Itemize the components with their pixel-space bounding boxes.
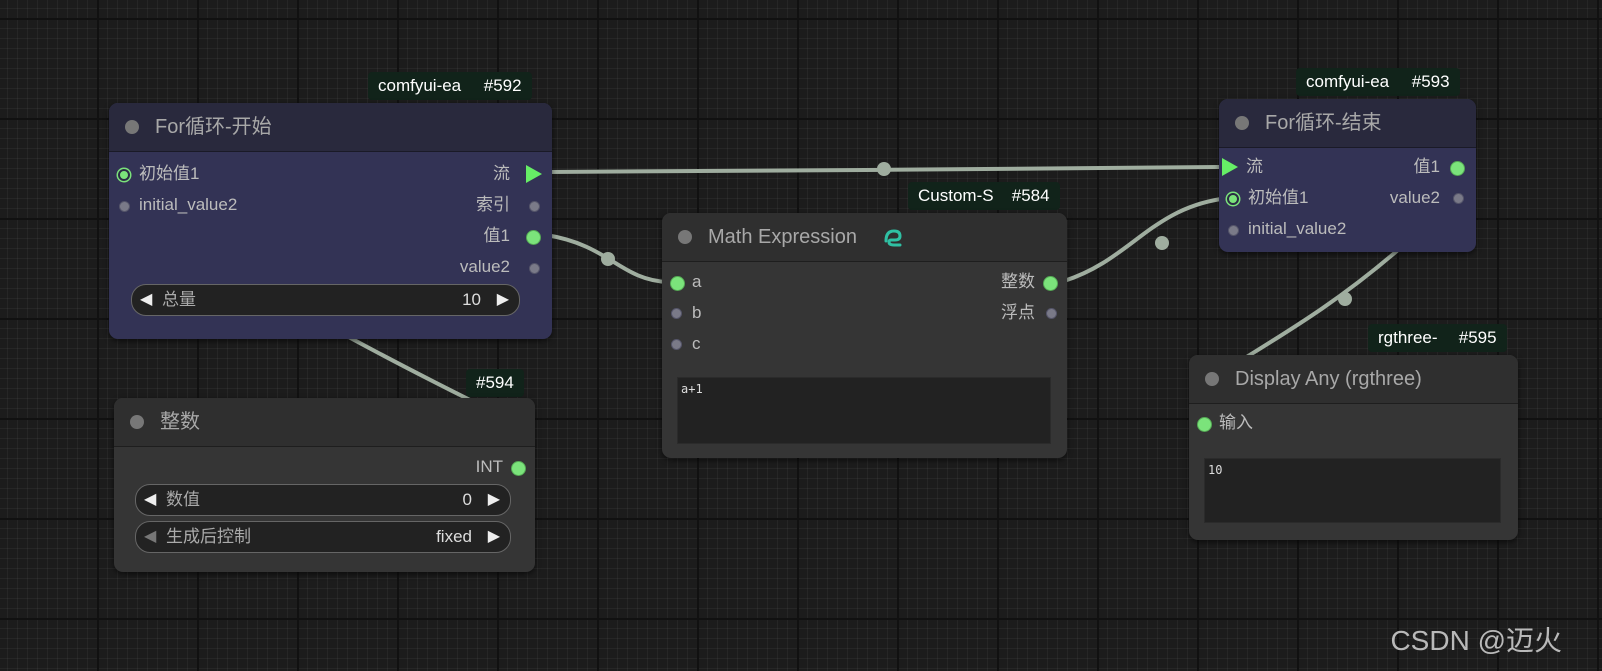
input-label: initial_value2: [1248, 219, 1347, 238]
collapse-dot-icon[interactable]: [125, 120, 139, 134]
widget-value: fixed: [436, 527, 472, 546]
input-pin-input[interactable]: [1198, 418, 1211, 431]
input-label: a: [692, 272, 702, 291]
node-badge-584: Custom-S #584: [908, 182, 1060, 210]
output-label: 浮点: [1001, 303, 1035, 322]
link-value1-to-a[interactable]: [544, 233, 670, 284]
input-pin-initial-value1[interactable]: [1227, 193, 1239, 205]
node-title[interactable]: Math Expression: [662, 213, 1067, 262]
snake-icon: [884, 229, 902, 247]
output-pin-int[interactable]: [512, 462, 525, 475]
node-title-text: For循环-开始: [155, 116, 272, 138]
input-label: 初始值1: [1248, 188, 1309, 207]
input-pin-c[interactable]: [671, 339, 682, 350]
widget-value: 10: [462, 290, 481, 309]
output-pin-int[interactable]: [1044, 277, 1057, 290]
badge-source: Custom-S: [918, 186, 994, 205]
display-any-node[interactable]: Display Any (rgthree) 输入 10: [1189, 355, 1518, 540]
increment-arrow-icon[interactable]: ▶: [488, 485, 500, 515]
input-label: b: [692, 303, 702, 322]
collapse-dot-icon[interactable]: [1205, 372, 1219, 386]
link-midpoint[interactable]: [1155, 236, 1169, 250]
node-badge-593: comfyui-ea #593: [1296, 68, 1460, 96]
collapse-dot-icon[interactable]: [1235, 116, 1249, 130]
badge-source: comfyui-ea: [1306, 72, 1390, 91]
collapse-dot-icon[interactable]: [130, 415, 144, 429]
flow-output-triangle-icon[interactable]: [526, 165, 542, 183]
node-title[interactable]: For循环-结束: [1219, 99, 1476, 148]
widget-label: 数值: [166, 490, 200, 509]
link-int-to-endvalue1[interactable]: [1062, 197, 1223, 283]
increment-arrow-icon[interactable]: ▶: [488, 522, 500, 552]
node-title-text: Display Any (rgthree): [1235, 368, 1422, 390]
input-pin-initial-value2[interactable]: [1228, 225, 1239, 236]
input-pin-initial-value1[interactable]: [118, 169, 130, 181]
integer-node[interactable]: 整数 INT ◀ 数值 0 ▶ ◀ 生成后控制 fixed ▶: [114, 398, 535, 572]
input-pin-b[interactable]: [671, 308, 682, 319]
for-loop-end-node[interactable]: For循环-结束 流 初始值1 initial_value2 值1 value2: [1219, 99, 1476, 252]
input-label: 输入: [1219, 413, 1253, 432]
widget-label: 生成后控制: [166, 527, 251, 546]
output-label: value2: [1389, 188, 1440, 207]
collapse-dot-icon[interactable]: [678, 230, 692, 244]
decrement-arrow-icon[interactable]: ◀: [144, 522, 156, 552]
output-pin-float[interactable]: [1046, 308, 1057, 319]
badge-id: #595: [1458, 328, 1497, 347]
node-badge-594: #594: [466, 369, 524, 397]
widget-label: 总量: [162, 290, 196, 309]
control-after-generate-widget[interactable]: ◀ 生成后控制 fixed ▶: [135, 521, 511, 553]
badge-id: #592: [483, 76, 522, 95]
node-title-text: Math Expression: [708, 226, 857, 248]
input-pin-initial-value2[interactable]: [119, 201, 130, 212]
node-title[interactable]: Display Any (rgthree): [1189, 355, 1518, 404]
input-pin-a[interactable]: [671, 277, 684, 290]
node-badge-592: comfyui-ea #592: [368, 72, 532, 100]
link-midpoint[interactable]: [877, 162, 891, 176]
output-pin-value2[interactable]: [529, 263, 540, 274]
output-pin-value1[interactable]: [527, 231, 540, 244]
link-flow[interactable]: [544, 165, 1221, 174]
badge-id: #584: [1011, 186, 1050, 205]
output-label: 值1: [483, 226, 510, 245]
total-widget[interactable]: ◀ 总量 10 ▶: [131, 284, 520, 316]
link-int-node-to-start[interactable]: [343, 333, 472, 402]
badge-id: #594: [476, 373, 514, 392]
input-label: 初始值1: [139, 164, 200, 183]
node-title-text: For循环-结束: [1265, 112, 1382, 134]
output-label: value2: [459, 257, 510, 276]
display-content[interactable]: 10: [1204, 458, 1501, 523]
decrement-arrow-icon[interactable]: ◀: [140, 285, 152, 315]
output-label: 整数: [1001, 272, 1035, 291]
math-expression-node[interactable]: Math Expression a b c 整数 浮点 a+1: [662, 213, 1067, 458]
expression-textarea[interactable]: a+1: [677, 377, 1051, 444]
for-loop-start-node[interactable]: For循环-开始 初始值1 initial_value2 流 索引 值1 val…: [109, 103, 552, 339]
number-widget[interactable]: ◀ 数值 0 ▶: [135, 484, 511, 516]
output-label: 索引: [476, 195, 510, 214]
input-label: 流: [1246, 157, 1263, 176]
increment-arrow-icon[interactable]: ▶: [497, 285, 509, 315]
badge-id: #593: [1411, 72, 1450, 91]
widget-value: 0: [462, 490, 472, 509]
output-label: INT: [475, 457, 503, 476]
link-midpoint[interactable]: [601, 252, 615, 266]
flow-input-triangle-icon[interactable]: [1222, 158, 1238, 176]
output-pin-value2[interactable]: [1453, 193, 1464, 204]
watermark: CSDN @迈火: [1390, 625, 1562, 656]
node-badge-595: rgthree- #595: [1368, 324, 1507, 352]
link-midpoint[interactable]: [1338, 292, 1352, 306]
output-label: 流: [493, 164, 510, 183]
input-label: c: [692, 334, 701, 353]
node-title[interactable]: For循环-开始: [109, 103, 552, 152]
output-pin-index[interactable]: [529, 201, 540, 212]
decrement-arrow-icon[interactable]: ◀: [144, 485, 156, 515]
input-label: initial_value2: [139, 195, 238, 214]
output-pin-value1[interactable]: [1451, 162, 1464, 175]
node-title-text: 整数: [160, 411, 200, 433]
node-title[interactable]: 整数: [114, 398, 535, 447]
badge-source: comfyui-ea: [378, 76, 462, 95]
output-label: 值1: [1413, 157, 1440, 176]
badge-source: rgthree-: [1378, 328, 1438, 347]
